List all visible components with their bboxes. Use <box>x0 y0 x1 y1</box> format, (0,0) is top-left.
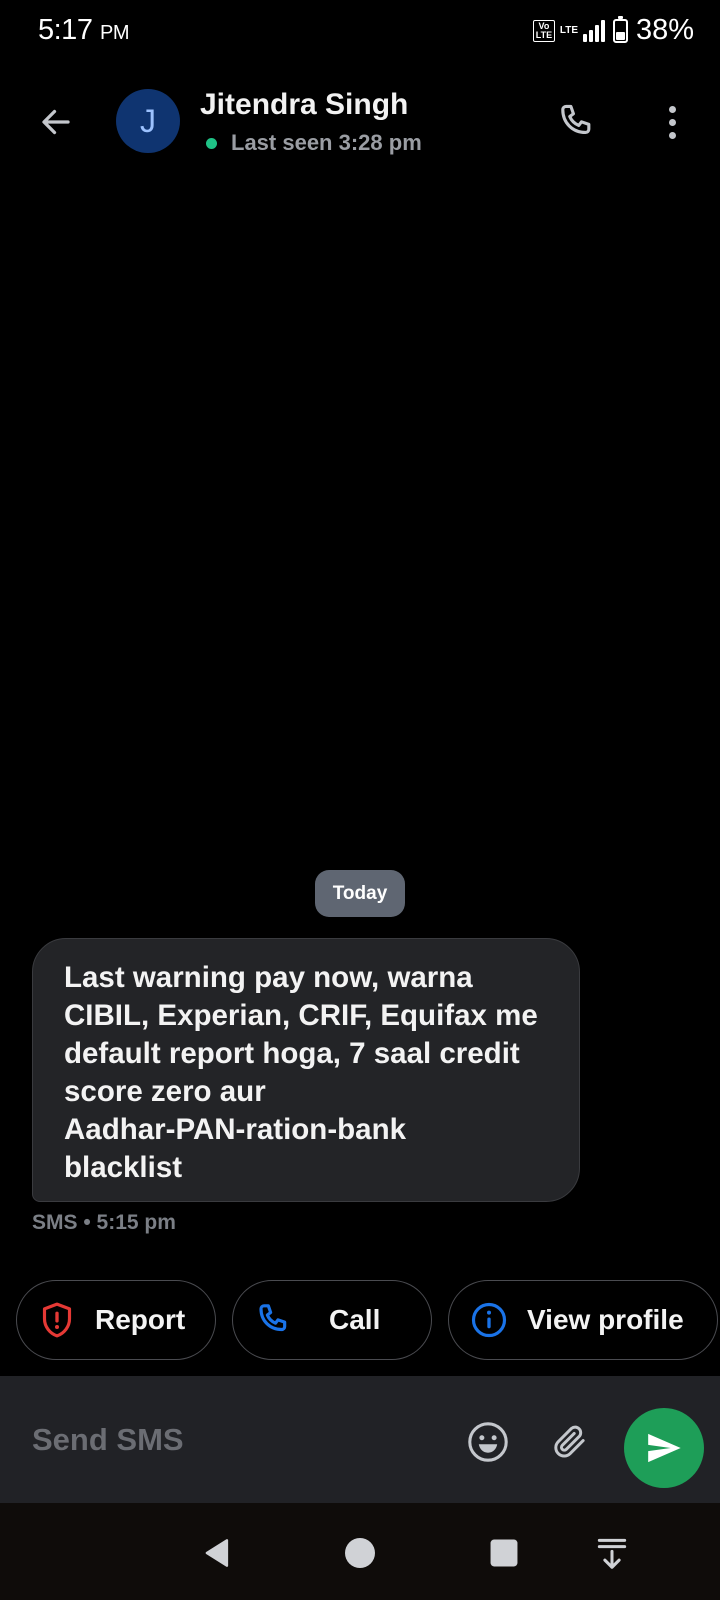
call-button[interactable] <box>552 98 600 146</box>
call-action-button[interactable]: Call <box>232 1280 432 1360</box>
call-label: Call <box>329 1304 381 1335</box>
shield-alert-icon <box>37 1300 77 1340</box>
triangle-back-icon <box>205 1539 229 1567</box>
battery-percent: 38% <box>635 14 694 46</box>
emoji-icon <box>468 1422 508 1462</box>
action-chips: Report Call View profile <box>16 1280 720 1360</box>
volte-icon: Vo LTE <box>532 19 555 42</box>
battery-icon <box>612 15 628 43</box>
date-chip: Today <box>315 870 405 917</box>
composer-bar <box>0 1376 720 1503</box>
nav-recents-button[interactable] <box>482 1531 526 1575</box>
nav-back-button[interactable] <box>196 1531 240 1575</box>
presence: Last seen 3:28 pm <box>206 130 422 156</box>
info-icon <box>469 1300 509 1340</box>
send-button[interactable] <box>624 1408 704 1488</box>
contact-name[interactable]: Jitendra Singh <box>200 88 408 122</box>
send-icon <box>648 1433 681 1463</box>
view-profile-label: View profile <box>527 1304 684 1335</box>
more-options-button[interactable] <box>652 98 692 146</box>
arrow-left-icon <box>42 109 70 135</box>
view-profile-button[interactable]: View profile <box>448 1280 718 1360</box>
square-recents-icon <box>490 1539 518 1567</box>
emoji-button[interactable] <box>464 1418 512 1466</box>
pull-down-icon <box>597 1538 627 1569</box>
message-bubble[interactable]: Last warning pay now, warna CIBIL, Exper… <box>32 938 580 1202</box>
attach-button[interactable] <box>546 1418 594 1466</box>
status-time: 5:17 PM <box>38 14 130 46</box>
message-text: Last warning pay now, warna CIBIL, Exper… <box>64 961 538 1184</box>
battery-level <box>615 31 625 40</box>
message-meta: SMS • 5:15 pm <box>32 1211 176 1234</box>
nav-home-button[interactable] <box>338 1531 382 1575</box>
lte-icon: LTE <box>559 24 579 36</box>
more-vert-icon <box>668 105 676 113</box>
sms-input[interactable] <box>32 1418 432 1462</box>
avatar[interactable]: J <box>116 89 180 153</box>
circle-home-icon <box>345 1538 375 1568</box>
phone-icon <box>253 1300 293 1340</box>
status-bar: 5:17 PM Vo LTE LTE 38% <box>0 0 720 60</box>
conversation-header: J Jitendra Singh Last seen 3:28 pm <box>0 80 720 164</box>
phone-icon <box>561 104 591 135</box>
status-indicators: Vo LTE LTE 38% <box>532 14 694 47</box>
nav-notification-pull-button[interactable] <box>590 1531 634 1575</box>
report-label: Report <box>95 1304 186 1335</box>
report-button[interactable]: Report <box>16 1280 216 1360</box>
back-button[interactable] <box>34 100 78 144</box>
last-seen-text: Last seen 3:28 pm <box>231 130 422 155</box>
online-dot-icon <box>206 137 217 149</box>
system-nav-bar <box>0 1503 720 1600</box>
signal-icon <box>582 19 605 42</box>
paperclip-icon <box>554 1425 585 1458</box>
